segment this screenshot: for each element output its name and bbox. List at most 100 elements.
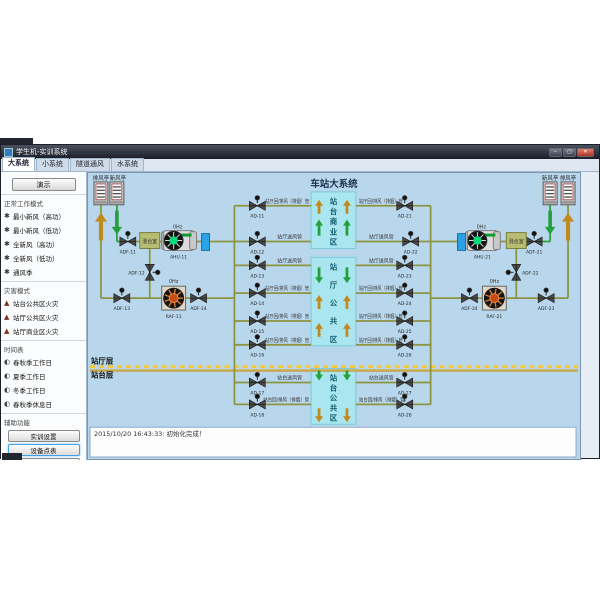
sidebar-item-0-1[interactable]: ✱最小新风（低功） xyxy=(1,223,86,237)
label-text: 台 xyxy=(330,206,338,216)
damper-actuator xyxy=(402,334,407,339)
label-text: 排风亭 xyxy=(93,174,110,182)
schedule-icon: ◐ xyxy=(4,359,13,366)
damper-actuator xyxy=(402,372,407,377)
damper-actuator xyxy=(196,288,201,293)
tab-tunnel-ventilation[interactable]: 隧道通风 xyxy=(70,158,110,171)
sidebar-item-label: 站厅公共区火灾 xyxy=(13,312,59,322)
damper-actuator xyxy=(402,283,407,288)
sidebar-item-0-3[interactable]: ✱全新风（低功） xyxy=(1,251,86,265)
sidebar-item-0-4[interactable]: ✱通风季 xyxy=(1,265,86,279)
label-text: ADF-22 xyxy=(522,270,539,276)
label-text: 共 xyxy=(330,402,338,412)
sidebar-item-0-0[interactable]: ✱最小新风（高功） xyxy=(1,209,86,223)
damper-actuator xyxy=(408,231,413,236)
schedule-icon: ◐ xyxy=(4,373,13,380)
sidebar-section-header-3: 辅助功能 xyxy=(1,413,86,428)
label-text: 站厅回/排风（排烟）管 xyxy=(265,198,309,205)
tab-large-system[interactable]: 大系统 xyxy=(2,157,35,171)
damper-actuator xyxy=(402,255,407,260)
ahu-unit-AHU-11[interactable] xyxy=(162,231,197,251)
damper-actuator xyxy=(119,288,124,293)
damper-actuator xyxy=(155,270,160,275)
diagram-canvas: 站台商业区站厅公共区站台公共区排风亭新风亭新风亭排风亭AD-11AD-12AD-… xyxy=(87,172,581,460)
ahu-unit-AHU-21[interactable] xyxy=(465,231,500,251)
label-text: 台 xyxy=(330,382,338,392)
label-text: 站厅回/排风（排烟）管 xyxy=(265,285,309,292)
label-text: 站厅送风管 xyxy=(277,234,302,241)
fan-unit-RAF-21[interactable] xyxy=(482,286,506,310)
log-entry: 2015/10/20 16:43:33: 初始化完成！ xyxy=(94,429,205,438)
label-text: ADF-23 xyxy=(538,306,555,312)
label-text: AD-18 xyxy=(250,412,264,418)
tower-base xyxy=(544,201,556,204)
tab-water-system[interactable]: 水系统 xyxy=(111,158,144,171)
window-content: 演示 正常工作模式✱最小新风（高功）✱最小新风（低功）✱全新风（高功）✱全新风（… xyxy=(1,172,600,460)
sidebar-item-2-0[interactable]: ◐春秋季工作日 xyxy=(1,355,86,369)
label-text: 站 xyxy=(330,261,338,271)
label-text: 站厅回/排风（排烟）管 xyxy=(265,337,309,344)
label-text: 商 xyxy=(330,216,338,226)
damper-actuator xyxy=(255,394,260,399)
sidebar-item-label: 站台公共区火灾 xyxy=(13,298,59,308)
damper-actuator xyxy=(467,288,472,293)
label-text: AD-12 xyxy=(250,249,264,255)
fan-icon: ✱ xyxy=(4,227,13,234)
silencer-0 xyxy=(202,234,210,251)
sidebar-item-label: 冬季工作日 xyxy=(13,385,46,395)
close-button[interactable]: ✕ xyxy=(577,148,594,157)
background-window-fragment-bottom xyxy=(2,453,22,460)
minimize-button[interactable]: – xyxy=(549,148,562,157)
damper-actuator xyxy=(532,231,537,236)
sidebar-item-label: 春秋季休息日 xyxy=(13,399,52,409)
sidebar-item-2-3[interactable]: ◐春秋季休息日 xyxy=(1,397,86,411)
damper-actuator xyxy=(255,372,260,377)
sidebar-item-label: 最小新风（高功） xyxy=(13,211,65,221)
label-text: 混合室 xyxy=(142,238,157,245)
diagram-title: 车站大系统 xyxy=(310,178,358,190)
label-text: 0Hz xyxy=(169,279,179,285)
label-text: ADF-24 xyxy=(461,306,478,312)
label-text: 排风亭 xyxy=(560,174,577,182)
sidebar: 演示 正常工作模式✱最小新风（高功）✱最小新风（低功）✱全新风（高功）✱全新风（… xyxy=(1,172,87,460)
fan-unit-RAF-11[interactable] xyxy=(162,286,186,310)
schedule-icon: ◐ xyxy=(4,387,13,394)
label-text: AHU-21 xyxy=(474,254,491,260)
aux-button-0[interactable]: 实训设置 xyxy=(8,430,80,442)
label-text: 公 xyxy=(330,299,338,308)
label-text: 混合室 xyxy=(509,238,524,245)
sidebar-section-header-2: 时间表 xyxy=(1,340,86,355)
fan-icon: ✱ xyxy=(4,213,13,220)
label-text: 站厅送风管 xyxy=(277,257,302,264)
damper-actuator xyxy=(402,311,407,316)
sidebar-item-1-1[interactable]: ▲站厅公共区火灾 xyxy=(1,310,86,324)
damper-actuator xyxy=(544,288,549,293)
tower-base xyxy=(95,201,107,204)
label-text: 共 xyxy=(330,316,338,326)
label-text: 站厅回/排风（排烟）管 xyxy=(359,285,403,292)
damper-actuator xyxy=(506,270,511,275)
damper-actuator xyxy=(255,255,260,260)
label-text: RAF-21 xyxy=(486,314,502,320)
label-text: 站台回/排风（排烟）管 xyxy=(263,396,309,403)
sidebar-item-label: 最小新风（低功） xyxy=(13,225,65,235)
label-text: 站台回/排风（排烟）管 xyxy=(359,396,405,403)
title-bar: 学生机-实训系统 – ▢ ✕ xyxy=(1,145,599,159)
sidebar-item-0-2[interactable]: ✱全新风（高功） xyxy=(1,237,86,251)
damper-actuator xyxy=(255,334,260,339)
maximize-button[interactable]: ▢ xyxy=(563,148,576,157)
sidebar-item-1-0[interactable]: ▲站台公共区火灾 xyxy=(1,296,86,310)
damper-actuator xyxy=(125,231,130,236)
sidebar-item-2-2[interactable]: ◐冬季工作日 xyxy=(1,383,86,397)
label-text: AD-28 xyxy=(398,412,412,418)
label-text: 站厅送风管 xyxy=(369,234,394,241)
sidebar-item-2-1[interactable]: ◐夏季工作日 xyxy=(1,369,86,383)
sidebar-section-header-0: 正常工作模式 xyxy=(1,194,86,209)
label-text: 区 xyxy=(330,413,338,422)
sidebar-item-1-2[interactable]: ▲站厅商业区火灾 xyxy=(1,324,86,338)
label-text: 公 xyxy=(330,393,338,402)
demo-button[interactable]: 演示 xyxy=(12,178,76,191)
damper-actuator xyxy=(402,195,407,200)
fan-icon: ✱ xyxy=(4,241,13,248)
tab-small-system[interactable]: 小系统 xyxy=(36,158,69,171)
